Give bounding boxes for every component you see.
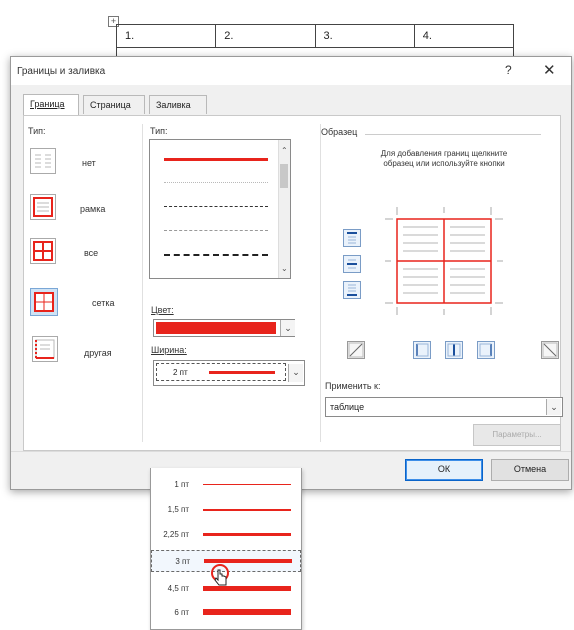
tab-borders[interactable]: Граница — [23, 94, 79, 115]
preset-custom-label: другая — [84, 348, 112, 358]
preset-box-label: рамка — [80, 204, 106, 214]
width-value-text: 2 пт — [173, 368, 188, 377]
chevron-down-icon[interactable]: ⌄ — [546, 399, 561, 415]
line-style-dashed-small[interactable] — [164, 206, 268, 207]
line-style-dotted[interactable] — [164, 182, 268, 183]
width-selected-value: 2 пт — [156, 363, 286, 381]
preview-hint: Для добавления границ щелкните образец и… — [380, 149, 508, 168]
line-style-dash-dot[interactable] — [164, 254, 268, 256]
color-select[interactable]: ⌄ — [153, 319, 295, 337]
hand-cursor-icon — [211, 564, 229, 586]
table-cell[interactable]: 4. — [415, 25, 513, 47]
line-style-list[interactable]: ⌃ ⌄ — [149, 139, 291, 279]
chevron-down-icon[interactable]: ⌄ — [280, 320, 295, 336]
color-swatch — [156, 322, 276, 334]
divider — [142, 124, 143, 442]
table-cell[interactable]: 1. — [117, 25, 217, 47]
style-label: Тип: — [150, 126, 168, 136]
tab-shading[interactable]: Заливка — [149, 95, 207, 114]
border-right-button[interactable] — [477, 341, 495, 359]
tab-page-border[interactable]: Страница — [83, 95, 145, 114]
dialog-titlebar: Границы и заливка ? ✕ — [11, 57, 571, 85]
border-inside-vertical-button[interactable] — [445, 341, 463, 359]
table-cell[interactable]: 3. — [316, 25, 415, 47]
apply-to-value: таблице — [330, 402, 365, 412]
width-select[interactable]: 2 пт ⌄ — [153, 360, 305, 386]
border-diagonal-down-button[interactable] — [541, 341, 559, 359]
preset-box-icon[interactable] — [30, 194, 56, 220]
preview-diagram[interactable] — [385, 207, 505, 317]
table-cell[interactable]: 2. — [216, 25, 316, 47]
ok-button[interactable]: ОК — [405, 459, 483, 481]
chevron-down-icon[interactable]: ⌄ — [288, 364, 303, 382]
preview-label: Образец — [321, 127, 358, 137]
line-style-dashed[interactable] — [164, 230, 268, 231]
divider — [11, 451, 571, 452]
width-option[interactable]: 2,25 пт — [151, 524, 301, 546]
preset-none-label: нет — [82, 158, 96, 168]
scroll-thumb[interactable] — [280, 164, 288, 188]
document-table: 1. 2. 3. 4. — [116, 24, 514, 48]
close-button[interactable]: ✕ — [543, 61, 556, 79]
apply-to-label: Применить к: — [325, 381, 381, 391]
border-bottom-button[interactable] — [343, 281, 361, 299]
divider — [365, 134, 541, 135]
width-option[interactable]: 1 пт — [151, 474, 301, 496]
preset-all-label: все — [84, 248, 99, 258]
width-line-sample — [209, 371, 275, 374]
style-list-scrollbar[interactable]: ⌃ ⌄ — [278, 140, 290, 278]
preset-grid-icon[interactable] — [30, 288, 58, 316]
preset-all-icon[interactable] — [30, 238, 56, 264]
scroll-down-icon[interactable]: ⌄ — [281, 264, 288, 273]
color-label: Цвет: — [151, 305, 174, 315]
width-dropdown-list[interactable]: 1 пт 1,5 пт 2,25 пт 3 пт 4,5 пт 6 пт — [150, 468, 302, 630]
width-option[interactable]: 1,5 пт — [151, 499, 301, 521]
width-option[interactable]: 6 пт — [151, 602, 301, 624]
setting-label: Тип: — [28, 126, 46, 136]
border-top-button[interactable] — [343, 229, 361, 247]
width-label: Ширина: — [151, 345, 187, 355]
border-inside-horizontal-button[interactable] — [343, 255, 361, 273]
apply-to-select[interactable]: таблице ⌄ — [325, 397, 563, 417]
scroll-up-icon[interactable]: ⌃ — [281, 146, 288, 155]
border-diagonal-up-button[interactable] — [347, 341, 365, 359]
cancel-button[interactable]: Отмена — [491, 459, 569, 481]
borders-shading-dialog: Границы и заливка ? ✕ Граница Страница З… — [10, 56, 572, 490]
line-style-solid[interactable] — [164, 158, 268, 161]
border-left-button[interactable] — [413, 341, 431, 359]
preset-custom-icon[interactable] — [32, 336, 58, 362]
options-button[interactable]: Параметры... — [473, 424, 561, 446]
dialog-title: Границы и заливка — [17, 66, 106, 77]
preset-none-icon[interactable] — [30, 148, 56, 174]
help-button[interactable]: ? — [505, 63, 512, 77]
preset-grid-label: сетка — [92, 298, 115, 308]
